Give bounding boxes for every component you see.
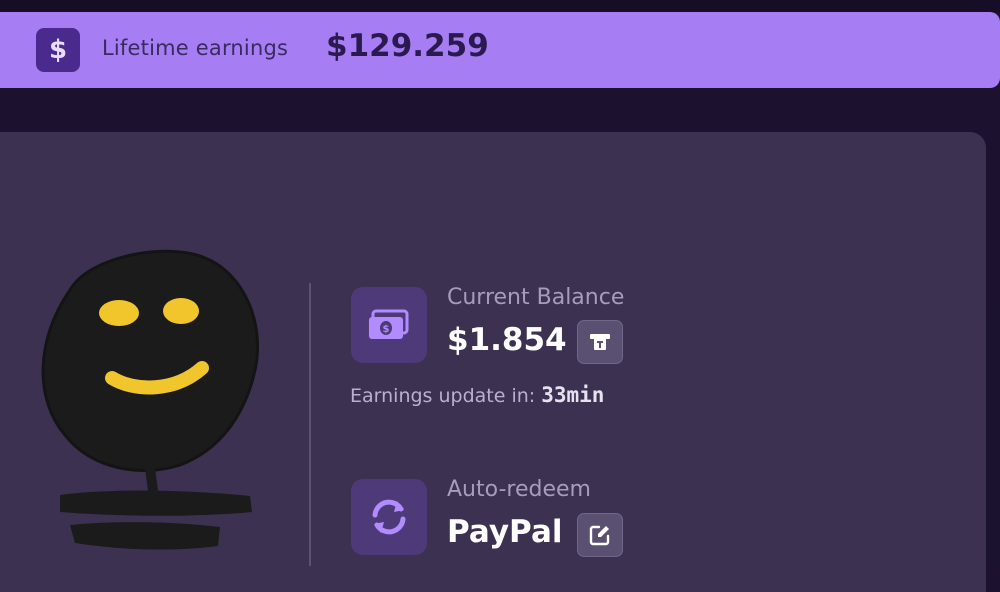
auto-redeem-label: Auto-redeem (447, 477, 591, 502)
earnings-update-countdown: 33min (541, 383, 605, 407)
current-balance-label: Current Balance (447, 285, 625, 310)
top-strip (0, 0, 1000, 12)
vertical-divider (309, 283, 311, 566)
auto-redeem-value: PayPal (447, 514, 563, 550)
lifetime-earnings-value: $129.259 (326, 28, 489, 64)
svg-text:$: $ (383, 324, 390, 335)
avatar-right-eye (163, 298, 199, 324)
cash-icon: $ (351, 287, 427, 363)
avatar-left-eye (99, 300, 139, 326)
current-balance-value: $1.854 (447, 322, 567, 358)
withdraw-button[interactable] (577, 320, 623, 364)
earnings-update-row: Earnings update in: 33min (350, 383, 604, 407)
sync-icon (351, 479, 427, 555)
edit-auto-redeem-button[interactable] (577, 513, 623, 557)
lifetime-earnings-banner: $ Lifetime earnings $129.259 (0, 12, 1000, 88)
edit-icon (589, 525, 610, 546)
earnings-update-label: Earnings update in: (350, 385, 536, 407)
dollar-sign-icon: $ (36, 28, 80, 72)
avatar (41, 249, 260, 550)
atm-withdraw-icon (590, 334, 610, 350)
lifetime-earnings-label: Lifetime earnings (102, 36, 289, 60)
